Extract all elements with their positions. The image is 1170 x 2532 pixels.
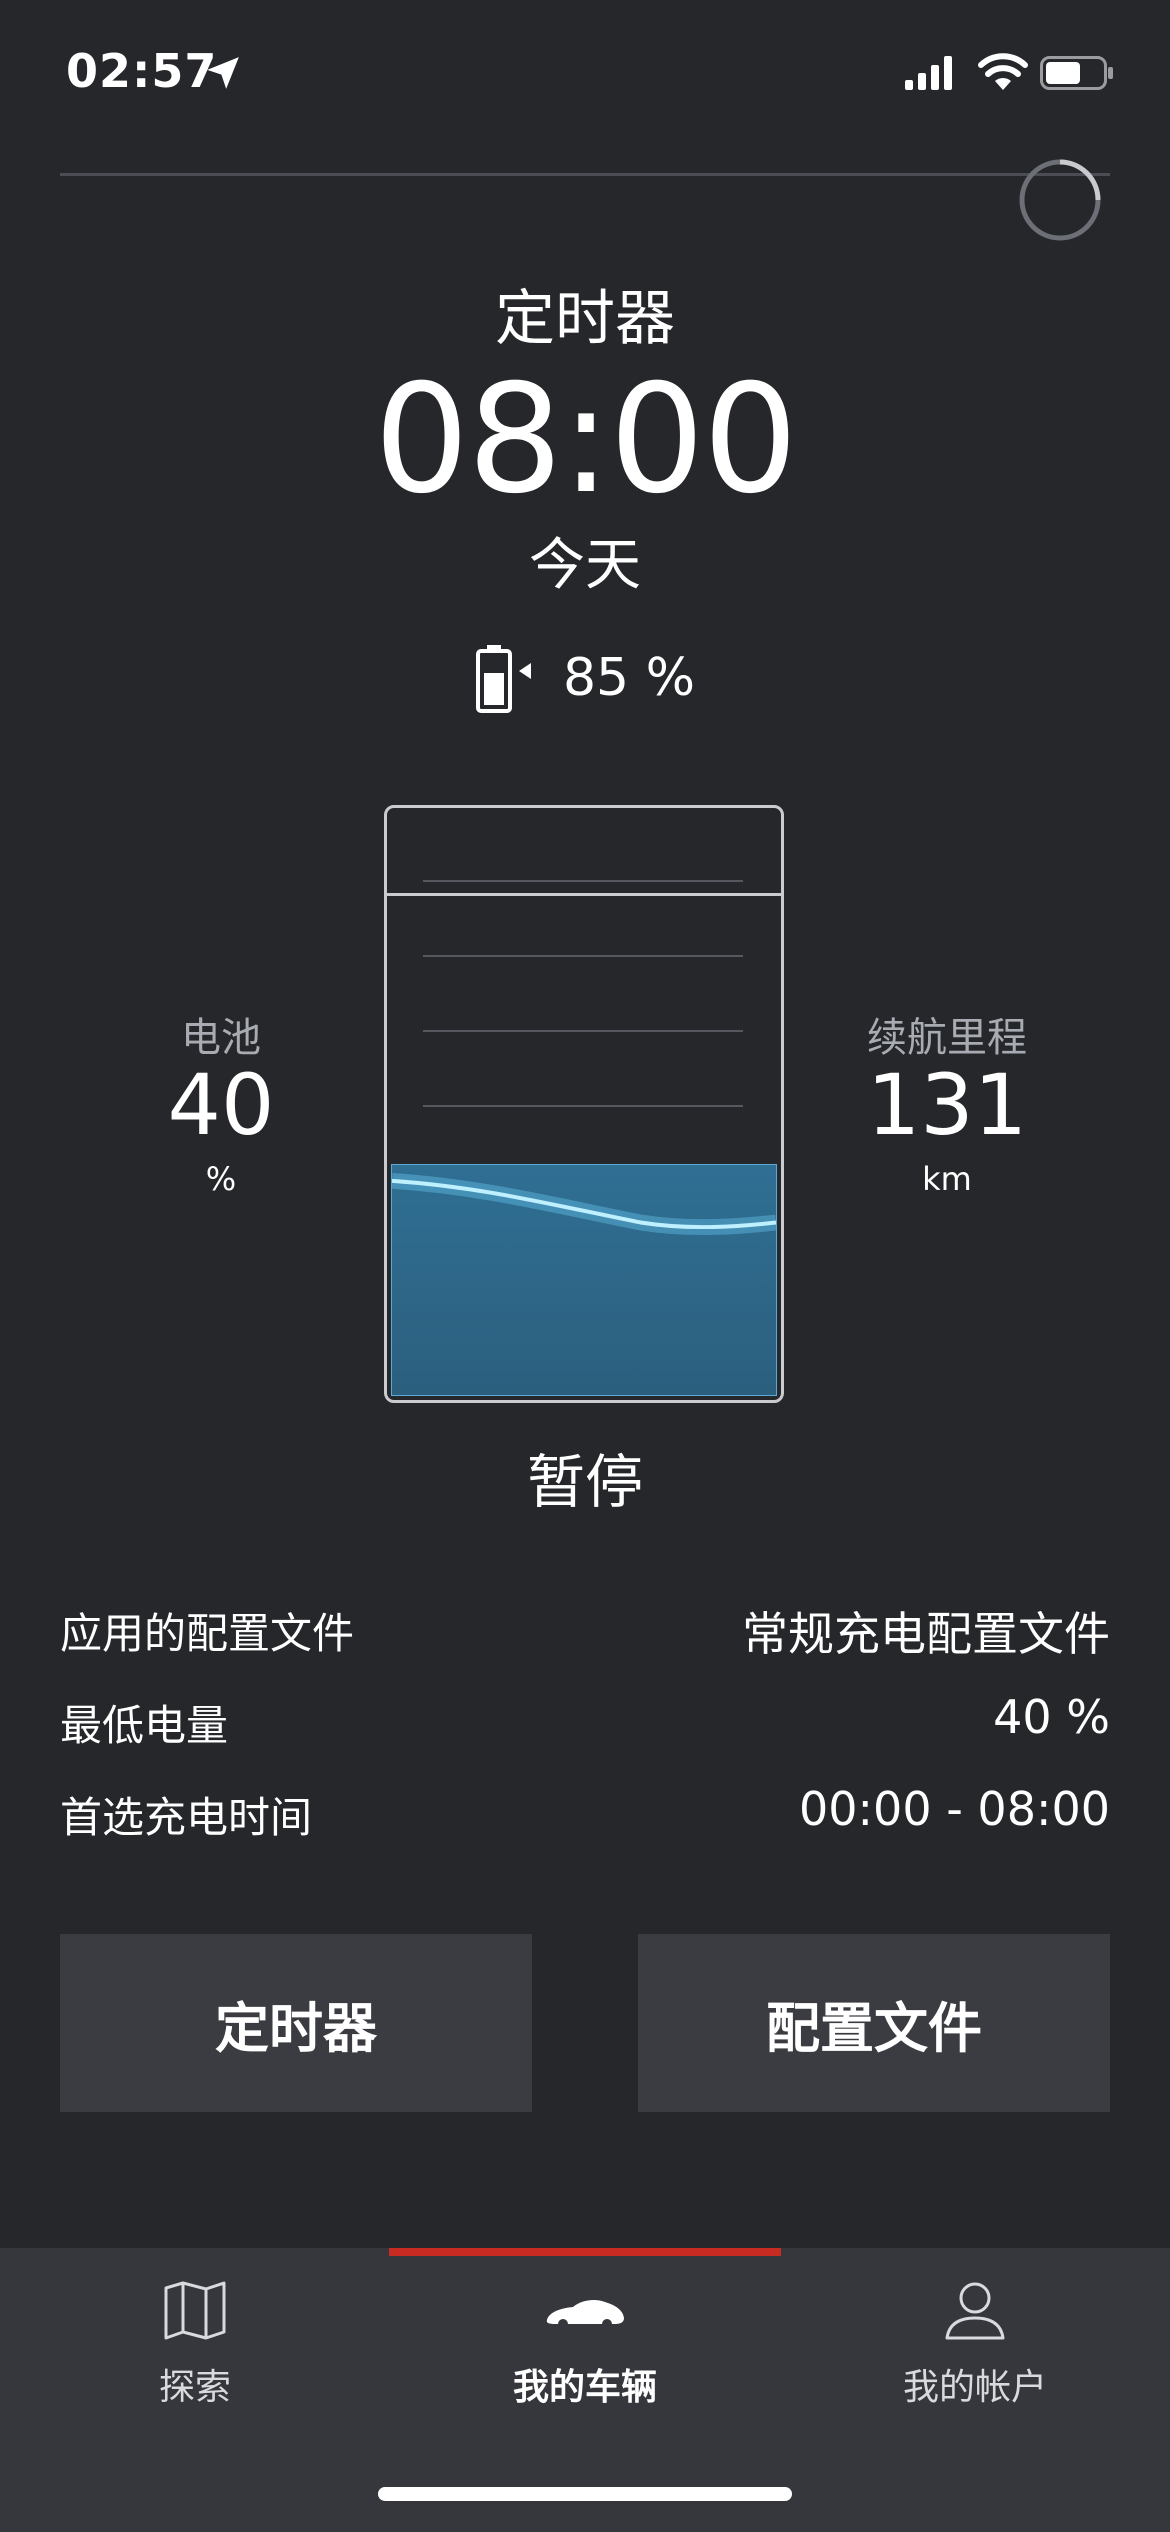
- tab-my-vehicle[interactable]: 我的车辆: [390, 2280, 780, 2410]
- tab-my-vehicle-label: 我的车辆: [512, 2367, 657, 2408]
- map-icon: [164, 2281, 226, 2340]
- battery-tick: [423, 1105, 743, 1107]
- tab-explore-label: 探索: [158, 2367, 231, 2408]
- range-label: 续航里程: [867, 1015, 1027, 1061]
- battery-fill: [391, 1164, 777, 1396]
- charging-battery-icon: [475, 645, 531, 713]
- battery-tick: [423, 1030, 743, 1032]
- profile-label: 应用的配置文件: [60, 1609, 355, 1658]
- timer-button[interactable]: 定时器: [60, 1934, 532, 2112]
- location-arrow-icon: [207, 57, 239, 89]
- status-time: 02:57: [66, 44, 218, 98]
- target-charge-value: 85 %: [562, 648, 696, 708]
- preferred-time-label: 首选充电时间: [60, 1793, 313, 1842]
- target-charge: 85 %: [0, 638, 1170, 718]
- tab-my-account[interactable]: 我的帐户: [780, 2280, 1170, 2410]
- battery-wave: [392, 1165, 776, 1395]
- loading-progress-line: [60, 173, 1110, 176]
- user-icon: [945, 2282, 1005, 2340]
- battery-value: 40: [167, 1056, 275, 1154]
- battery-tick: [423, 955, 743, 957]
- phone-battery-icon: [1040, 56, 1113, 90]
- timer-title: 定时器: [495, 284, 675, 354]
- tab-my-account-label: 我的帐户: [902, 2367, 1047, 2408]
- timer-time: 08:00: [373, 353, 798, 527]
- battery-cap-divider: [387, 893, 781, 896]
- profile-button[interactable]: 配置文件: [638, 1934, 1110, 2112]
- min-charge-label: 最低电量: [60, 1701, 229, 1750]
- preferred-time-value: 00:00 - 08:00: [799, 1782, 1110, 1836]
- tab-explore[interactable]: 探索: [0, 2280, 390, 2410]
- home-indicator: [378, 2487, 792, 2501]
- active-tab-indicator: [389, 2248, 781, 2256]
- timer-day: 今天: [529, 533, 641, 598]
- min-charge-value: 40 %: [993, 1690, 1110, 1744]
- car-icon: [546, 2299, 624, 2329]
- wifi-icon: [978, 53, 1028, 90]
- cellular-signal-icon: [905, 56, 952, 90]
- battery-gauge: [384, 805, 784, 1403]
- battery-tick: [423, 880, 743, 882]
- battery-label: 电池: [181, 1015, 261, 1061]
- loading-spinner-icon: [1019, 159, 1101, 241]
- range-value: 131: [866, 1056, 1028, 1154]
- profile-value: 常规充电配置文件: [742, 1607, 1110, 1661]
- battery-unit: %: [205, 1160, 237, 1198]
- range-unit: km: [922, 1160, 972, 1198]
- charging-status: 暂停: [526, 1448, 643, 1516]
